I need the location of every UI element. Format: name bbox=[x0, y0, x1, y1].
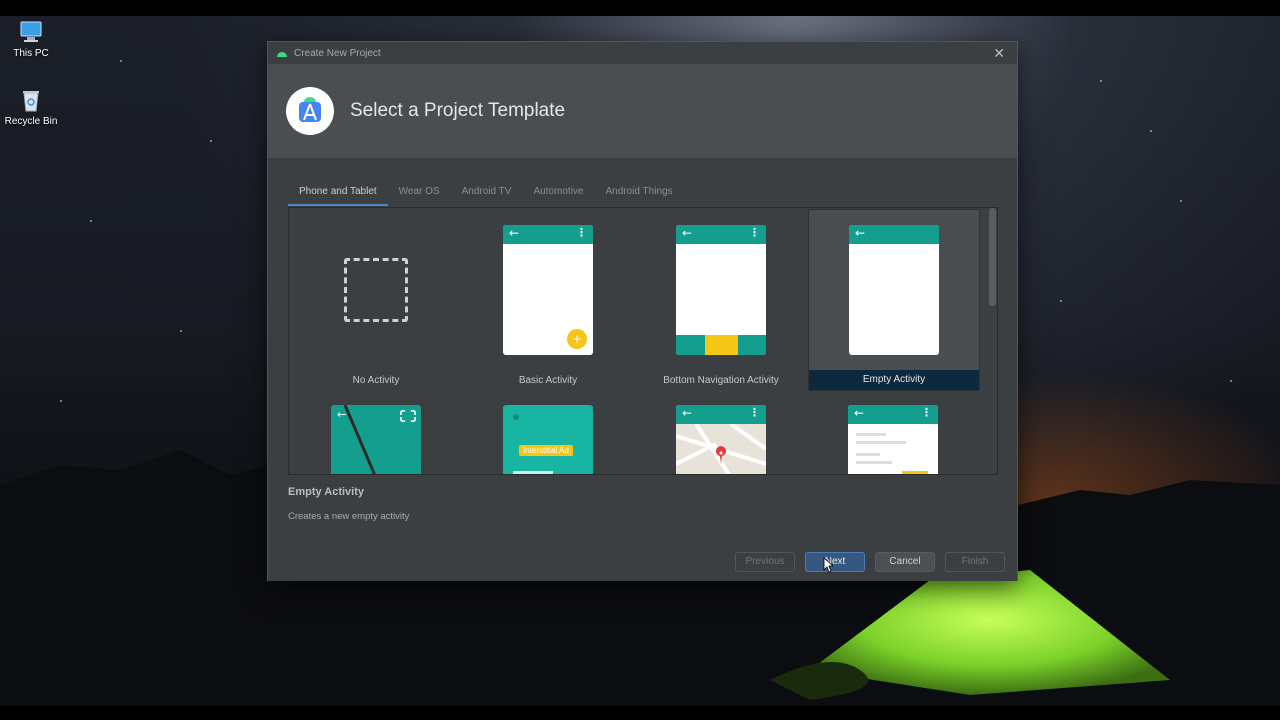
template-empty-activity[interactable]: ← Empty Activity bbox=[808, 209, 980, 391]
letterbox-top bbox=[0, 0, 1280, 16]
android-icon bbox=[277, 52, 287, 57]
desktop-icon-this-pc[interactable]: This PC bbox=[1, 20, 61, 59]
interstitial-ad-badge: Interstitial Ad bbox=[519, 445, 573, 456]
back-arrow-icon: ← bbox=[855, 226, 866, 240]
phone-preview: ← bbox=[849, 225, 939, 355]
template-grid-scrollbar[interactable] bbox=[989, 208, 996, 306]
recycle-bin-icon bbox=[18, 88, 44, 112]
dialog-header: Select a Project Template bbox=[268, 64, 1017, 158]
mouse-pointer-icon bbox=[823, 557, 833, 573]
template-description-title: Empty Activity bbox=[288, 486, 365, 498]
placeholder-line bbox=[856, 433, 886, 436]
back-arrow-icon: ← bbox=[682, 406, 693, 420]
map-preview-graphic bbox=[676, 424, 766, 474]
template-label: No Activity bbox=[352, 375, 400, 386]
previous-button[interactable]: Previous bbox=[735, 552, 795, 572]
placeholder-line bbox=[856, 453, 880, 456]
app-bar: ← ⋮ bbox=[676, 405, 766, 424]
star bbox=[1100, 80, 1102, 82]
template-label: Empty Activity bbox=[809, 370, 979, 390]
dot-icon bbox=[513, 414, 519, 420]
template-label: Bottom Navigation Activity bbox=[663, 375, 779, 386]
star bbox=[210, 140, 212, 142]
template-interstitial-ad[interactable]: Interstitial Ad bbox=[462, 405, 634, 474]
close-icon[interactable]: ✕ bbox=[993, 45, 1005, 62]
star bbox=[1180, 200, 1182, 202]
letterbox-bottom bbox=[0, 706, 1280, 720]
star bbox=[1060, 300, 1062, 302]
template-fullscreen-activity[interactable]: ← bbox=[290, 405, 462, 474]
device-tabs: Phone and Tablet Wear OS Android TV Auto… bbox=[288, 182, 684, 206]
app-bar: ← ⋮ bbox=[503, 225, 593, 244]
placeholder-line bbox=[513, 471, 553, 474]
desktop-icon-label: Recycle Bin bbox=[4, 116, 58, 127]
dialog-footer: Previous Next Cancel Finish bbox=[268, 544, 1017, 581]
selected-nav-item bbox=[705, 335, 738, 355]
phone-preview: ← ⋮ bbox=[848, 405, 938, 474]
overflow-menu-icon: ⋮ bbox=[749, 226, 760, 239]
phone-preview: ← ⋮ bbox=[676, 225, 766, 355]
back-arrow-icon: ← bbox=[854, 406, 865, 420]
placeholder-line bbox=[856, 461, 892, 464]
fab-plus-icon: + bbox=[567, 329, 587, 349]
desktop-icon-recycle-bin[interactable]: Recycle Bin bbox=[1, 88, 61, 127]
template-settings-activity[interactable]: ← ⋮ bbox=[808, 405, 980, 474]
overflow-menu-icon: ⋮ bbox=[576, 226, 587, 239]
star bbox=[1230, 380, 1232, 382]
back-arrow-icon: ← bbox=[682, 226, 693, 240]
template-grid: No Activity ← ⋮ + Basic Activity ← ⋮ Bot… bbox=[288, 207, 998, 475]
star bbox=[90, 220, 92, 222]
template-bottom-navigation-activity[interactable]: ← ⋮ Bottom Navigation Activity bbox=[635, 209, 807, 391]
computer-icon bbox=[18, 20, 44, 44]
back-arrow-icon: ← bbox=[509, 226, 520, 240]
desktop-icon-label: This PC bbox=[13, 48, 49, 59]
create-project-dialog: Create New Project ✕ Select a Project Te… bbox=[267, 41, 1018, 581]
star bbox=[120, 60, 122, 62]
finish-button[interactable]: Finish bbox=[945, 552, 1005, 572]
fullscreen-preview-graphic: ← bbox=[337, 405, 416, 474]
phone-preview: Interstitial Ad bbox=[503, 405, 593, 474]
window-titlebar: Create New Project ✕ bbox=[268, 42, 1017, 64]
star bbox=[60, 400, 62, 402]
template-description-text: Creates a new empty activity bbox=[288, 511, 410, 522]
glowing-tent bbox=[770, 570, 1170, 700]
overflow-menu-icon: ⋮ bbox=[749, 406, 760, 419]
cancel-button[interactable]: Cancel bbox=[875, 552, 935, 572]
template-google-maps-activity[interactable]: ← ⋮ bbox=[635, 405, 807, 474]
bottom-navigation-bar bbox=[676, 335, 766, 355]
tab-android-tv[interactable]: Android TV bbox=[451, 182, 523, 206]
template-no-activity[interactable]: No Activity bbox=[290, 209, 462, 391]
tab-wear-os[interactable]: Wear OS bbox=[388, 182, 451, 206]
empty-placeholder-icon bbox=[344, 258, 408, 322]
placeholder-line bbox=[856, 441, 906, 444]
star bbox=[1150, 130, 1152, 132]
star bbox=[180, 330, 182, 332]
overflow-menu-icon: ⋮ bbox=[921, 406, 932, 419]
svg-text:←: ← bbox=[337, 408, 346, 421]
app-bar: ← ⋮ bbox=[676, 225, 766, 244]
app-bar: ← bbox=[849, 225, 939, 244]
tab-phone-and-tablet[interactable]: Phone and Tablet bbox=[288, 182, 388, 206]
phone-preview: ← bbox=[331, 405, 421, 474]
window-title: Create New Project bbox=[294, 47, 381, 59]
next-button[interactable]: Next bbox=[805, 552, 865, 572]
phone-preview: ← ⋮ + bbox=[503, 225, 593, 355]
placeholder-block bbox=[902, 471, 928, 474]
tab-automotive[interactable]: Automotive bbox=[522, 182, 594, 206]
page-title: Select a Project Template bbox=[350, 100, 566, 121]
template-basic-activity[interactable]: ← ⋮ + Basic Activity bbox=[462, 209, 634, 391]
phone-preview: ← ⋮ bbox=[676, 405, 766, 474]
template-label: Basic Activity bbox=[518, 375, 578, 386]
android-studio-logo-icon bbox=[286, 87, 334, 135]
tab-android-things[interactable]: Android Things bbox=[594, 182, 683, 206]
app-bar: ← ⋮ bbox=[848, 405, 938, 424]
